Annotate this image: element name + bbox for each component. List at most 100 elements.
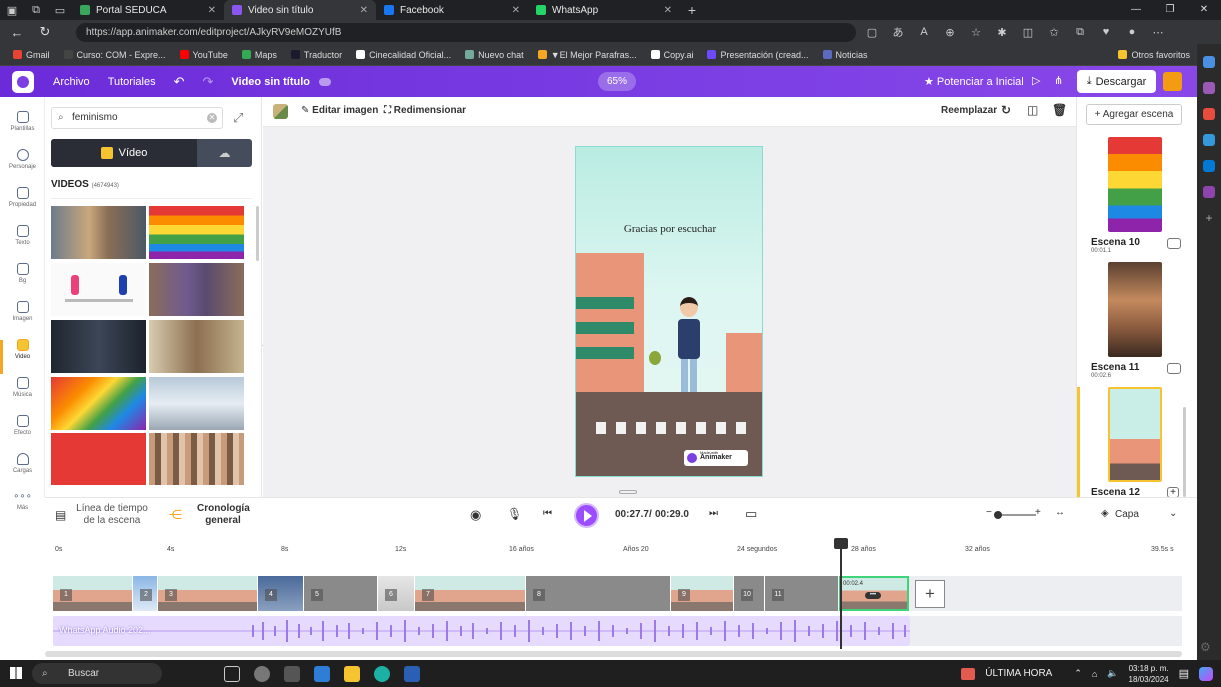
flip-icon[interactable]: ◫ (1027, 103, 1038, 117)
news-ticker[interactable]: ÚLTIMA HORA (985, 668, 1052, 679)
microphone-icon[interactable]: 🎙 (507, 507, 522, 521)
rail-character[interactable]: Personaje (0, 140, 45, 178)
scene-timeline-icon[interactable]: ▤ (55, 508, 66, 522)
timeline-segment[interactable]: 6 (378, 576, 415, 611)
scene-timeline-tab[interactable]: Línea de tiempo de la escena (73, 503, 151, 527)
scene-preview[interactable]: Gracias por escuchar Made with Animaker (575, 146, 763, 477)
zoom-icon[interactable]: ⊕ (940, 26, 960, 39)
clock[interactable]: 03:18 p. m. 18/03/2024 (1129, 663, 1169, 685)
scene-thumbnail-11[interactable] (1108, 262, 1162, 357)
copilot-icon[interactable] (1203, 82, 1215, 94)
tab-actions-icon[interactable]: ▭ (48, 0, 72, 20)
tools-icon[interactable] (1203, 134, 1215, 146)
video-thumbnail[interactable] (51, 206, 146, 259)
copilot-taskbar-icon[interactable] (1199, 666, 1213, 681)
scenes-scrollbar[interactable] (1183, 407, 1186, 497)
rail-uploads[interactable]: Cargas (0, 444, 45, 482)
rail-templates[interactable]: Plantillas (0, 102, 45, 140)
file-explorer-icon[interactable] (344, 665, 360, 682)
zoom-out-icon[interactable]: − (986, 507, 992, 518)
upgrade-link[interactable]: ★ Potenciar a Inicial (924, 75, 1024, 88)
audio-waveform[interactable]: WhatsApp Audio 202... (53, 616, 910, 646)
timeline-segment[interactable]: 3 (158, 576, 258, 611)
browser-tab-whatsapp[interactable]: WhatsApp ✕ (528, 0, 680, 20)
scene-text[interactable]: Gracias por escuchar (576, 223, 762, 235)
bookmark-curso[interactable]: Curso: COM - Expre... (59, 50, 171, 60)
browser-tab-portal[interactable]: Portal SEDUCA ✕ (72, 0, 224, 20)
color-swatch[interactable] (273, 104, 288, 119)
timeline-segment[interactable]: 2 (133, 576, 158, 611)
close-icon[interactable]: ✕ (360, 5, 368, 16)
general-timeline-icon[interactable]: ⋲ (169, 507, 182, 523)
video-source-button[interactable]: Vídeo (51, 139, 197, 167)
url-field[interactable]: https://app.animaker.com/editproject/AJk… (76, 22, 856, 42)
cloud-source-button[interactable]: ☁ (197, 139, 252, 167)
zoom-slider-handle[interactable] (994, 511, 1002, 519)
layer-button[interactable]: Capa (1115, 509, 1139, 520)
segment-options-icon[interactable]: ••• (865, 592, 881, 599)
fit-timeline-icon[interactable]: ↔ (1055, 507, 1065, 518)
timeline-segment[interactable]: 4 (258, 576, 304, 611)
timeline-segment[interactable]: 11 (765, 576, 839, 611)
project-title[interactable]: Video sin título (222, 76, 319, 88)
task-view-icon[interactable] (224, 665, 240, 682)
bookmark-translator[interactable]: Traductor (286, 50, 347, 60)
browser-tab-animaker[interactable]: Video sin título ✕ (224, 0, 376, 20)
bookmark-copyai[interactable]: Copy.ai (646, 50, 699, 60)
bookmark-news[interactable]: Noticias (818, 50, 873, 60)
rail-background[interactable]: Bg (0, 254, 45, 292)
maximize-button[interactable]: ❐ (1153, 0, 1187, 20)
timeline-segment[interactable]: 8 (526, 576, 671, 611)
profile-avatar-icon[interactable]: ● (1122, 26, 1142, 38)
canvas-resize-handle[interactable] (619, 490, 637, 494)
scene-thumbnail-12[interactable] (1108, 387, 1162, 482)
bookmark-maps[interactable]: Maps (237, 50, 282, 60)
security-icon[interactable] (284, 665, 300, 682)
scene-options-icon[interactable] (1167, 238, 1181, 249)
translate-icon[interactable]: あ (888, 24, 908, 40)
skip-back-icon[interactable]: ⏮ (543, 508, 552, 519)
skip-forward-icon[interactable]: ⏭ (709, 508, 718, 519)
video-thumbnail[interactable] (149, 206, 244, 259)
download-button[interactable]: ⤓ Descargar (1077, 70, 1156, 93)
general-timeline-tab[interactable]: Cronología general (197, 503, 250, 527)
share-icon[interactable]: ⋔ (1054, 74, 1063, 87)
zoom-in-icon[interactable]: + (1035, 507, 1041, 518)
rail-effects[interactable]: Efecto (0, 406, 45, 444)
outlook-icon[interactable] (1203, 160, 1215, 172)
add-segment-button[interactable]: + (915, 580, 945, 608)
bookmark-paraphraser[interactable]: ▼El Mejor Parafras... (533, 50, 642, 60)
browser-tab-facebook[interactable]: Facebook ✕ (376, 0, 528, 20)
chevron-down-icon[interactable]: ⌄ (1169, 508, 1177, 519)
rail-video[interactable]: Video (0, 330, 45, 368)
notifications-icon[interactable]: ▤ (1179, 667, 1189, 680)
video-thumbnail[interactable] (149, 320, 244, 373)
animaker-logo-icon[interactable] (12, 70, 34, 93)
rail-image[interactable]: Imagen (0, 292, 45, 330)
shopping-icon[interactable] (1203, 108, 1215, 120)
panel-scrollbar[interactable] (256, 206, 259, 261)
avatar[interactable] (1163, 72, 1182, 91)
layers-icon[interactable]: ◈ (1101, 508, 1109, 519)
search-icon[interactable] (1203, 56, 1215, 68)
scene-options-icon[interactable] (1167, 363, 1181, 374)
bookmark-youtube[interactable]: YouTube (175, 50, 233, 60)
edit-image-button[interactable]: ✎ Editar imagen (301, 105, 378, 116)
video-thumbnail[interactable] (51, 263, 146, 316)
search-input[interactable]: ⌕ feminismo ✕ (51, 107, 223, 129)
profile-icon[interactable]: ▣ (0, 0, 24, 20)
bookmark-cinecalidad[interactable]: Cinecalidad Oficial... (351, 50, 456, 60)
video-thumbnail[interactable] (149, 433, 244, 485)
new-tab-icon[interactable]: + (680, 0, 704, 20)
add-icon[interactable]: + (1203, 212, 1215, 224)
video-thumbnail[interactable] (149, 377, 244, 430)
menu-tutoriales[interactable]: Tutoriales (99, 76, 165, 88)
minimize-button[interactable]: — (1119, 0, 1153, 20)
zoom-level[interactable]: 65% (598, 72, 636, 91)
rail-text[interactable]: Texto (0, 216, 45, 254)
collections-icon[interactable]: ⧉ (1070, 26, 1090, 39)
bookmark-gmail[interactable]: Gmail (8, 50, 55, 60)
video-thumbnail[interactable] (51, 433, 146, 485)
rail-music[interactable]: Música (0, 368, 45, 406)
play-button[interactable] (574, 503, 599, 528)
